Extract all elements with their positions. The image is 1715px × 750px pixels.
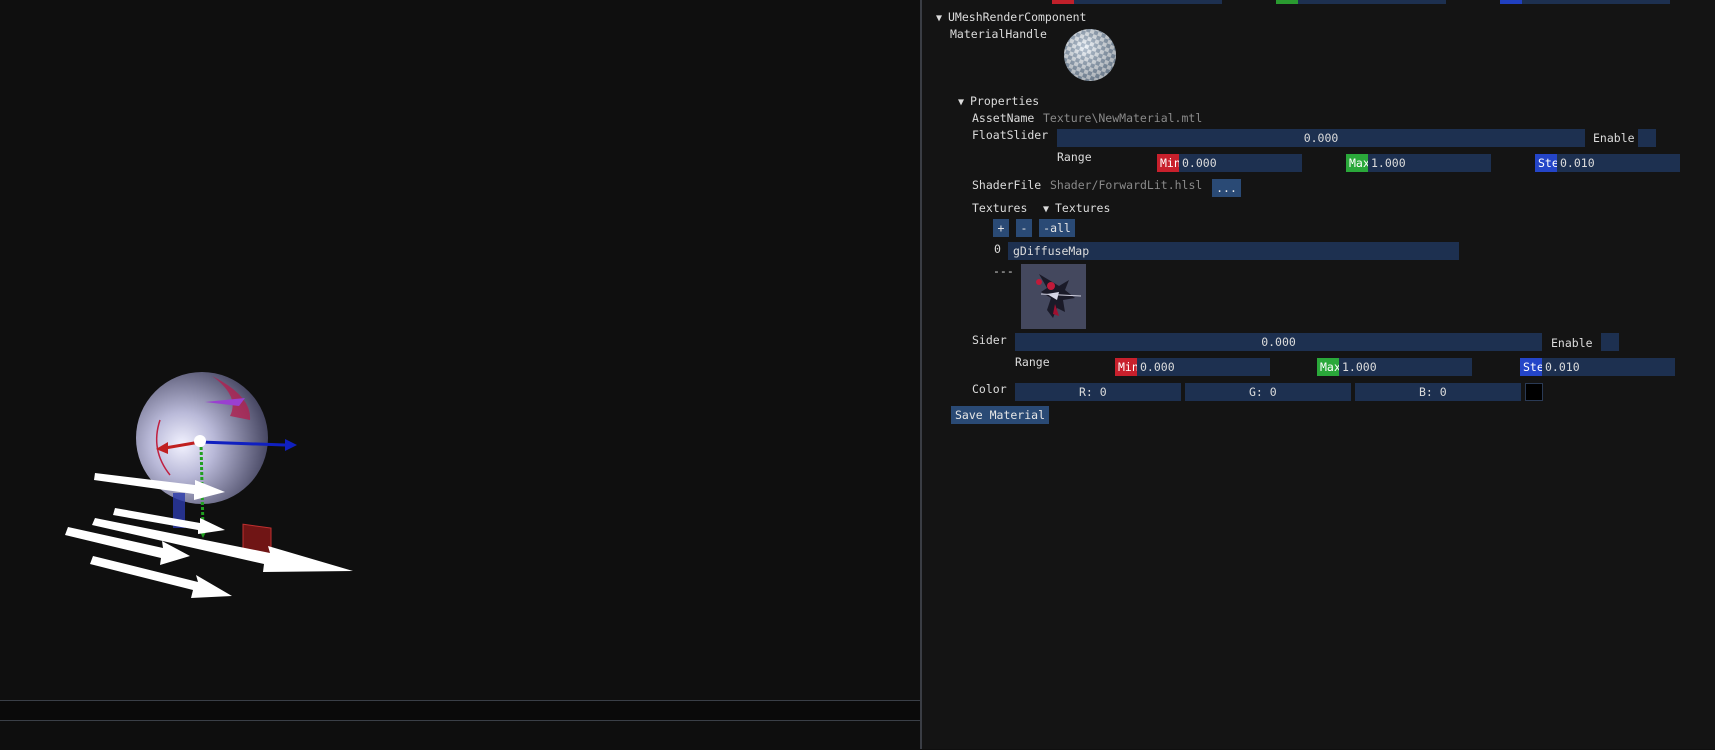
float-slider-enable-label: Enable — [1593, 131, 1635, 145]
sider-min-value: 0.000 — [1140, 360, 1175, 374]
top-field-1[interactable] — [1052, 0, 1222, 4]
texture-index: 0 — [994, 242, 1001, 256]
float-slider-min-value: 0.000 — [1182, 156, 1217, 170]
color-b-input[interactable]: B: 0 — [1355, 383, 1521, 401]
light-direction-arrows — [65, 473, 353, 598]
sider-max-input[interactable]: Max 1.000 — [1317, 358, 1472, 376]
color-swatch[interactable] — [1525, 383, 1543, 401]
sider-max-value: 1.000 — [1342, 360, 1377, 374]
viewport-status-bar — [0, 700, 920, 721]
sider-slider[interactable]: 0.000 — [1015, 333, 1542, 351]
texture-thumbnail[interactable] — [1021, 264, 1086, 329]
texture-separator: --- — [993, 264, 1014, 278]
color-g-value: G: 0 — [1249, 385, 1277, 399]
material-handle-label: MaterialHandle — [950, 27, 1047, 41]
color-b-value: B: 0 — [1419, 385, 1447, 399]
max-chip: Max — [1346, 154, 1368, 172]
sider-enable-checkbox[interactable] — [1601, 333, 1619, 351]
expanded-arrow-icon: ▼ — [936, 13, 943, 24]
remove-texture-button[interactable]: - — [1016, 219, 1032, 237]
step-chip: Step — [1535, 154, 1557, 172]
component-header[interactable]: ▼ UMeshRenderComponent — [936, 10, 1086, 24]
asset-name-label: AssetName — [972, 111, 1035, 125]
float-slider-max-value: 1.000 — [1371, 156, 1406, 170]
float-slider-step-value: 0.010 — [1560, 156, 1595, 170]
asset-name-value: Texture\NewMaterial.mtl — [1043, 111, 1203, 125]
float-slider[interactable]: 0.000 — [1057, 129, 1585, 147]
color-g-input[interactable]: G: 0 — [1185, 383, 1351, 401]
top-chip-green — [1276, 0, 1298, 4]
top-field-3[interactable] — [1500, 0, 1670, 4]
textures-tree-node[interactable]: ▼ Textures — [1043, 201, 1110, 215]
float-slider-value: 0.000 — [1303, 131, 1339, 145]
browse-shader-button[interactable]: ... — [1212, 179, 1241, 197]
expanded-arrow-icon: ▼ — [958, 97, 965, 108]
texture-name-value: gDiffuseMap — [1013, 244, 1090, 258]
sider-min-input[interactable]: Min 0.000 — [1115, 358, 1270, 376]
float-slider-range-label: Range — [1057, 150, 1092, 164]
component-title: UMeshRenderComponent — [948, 10, 1087, 24]
float-slider-step-input[interactable]: Step 0.010 — [1535, 154, 1680, 172]
material-preview-sphere[interactable] — [1062, 27, 1118, 83]
sider-value: 0.000 — [1261, 335, 1296, 349]
texture-name-input[interactable]: gDiffuseMap — [1008, 242, 1459, 260]
viewport-bottom-bar — [0, 720, 920, 750]
save-material-button[interactable]: Save Material — [951, 406, 1049, 424]
color-label: Color — [972, 382, 1007, 396]
step-chip: Step — [1520, 358, 1542, 376]
max-chip: Max — [1317, 358, 1339, 376]
sider-label: Sider — [972, 333, 1007, 347]
float-slider-enable-checkbox[interactable] — [1638, 129, 1656, 147]
scene-canvas[interactable] — [0, 0, 920, 700]
top-chip-blue — [1500, 0, 1522, 4]
shader-file-value: Shader/ForwardLit.hlsl — [1050, 178, 1203, 192]
properties-title: Properties — [970, 94, 1040, 108]
float-slider-min-input[interactable]: Min 0.000 — [1157, 154, 1302, 172]
color-r-input[interactable]: R: 0 — [1015, 383, 1181, 401]
min-chip: Min — [1157, 154, 1179, 172]
sider-enable-label: Enable — [1551, 336, 1593, 350]
scene-viewport[interactable] — [0, 0, 920, 700]
remove-all-textures-button[interactable]: -all — [1039, 219, 1075, 237]
inspector-panel: ▼ UMeshRenderComponent MaterialHandle ▼ Pr… — [922, 0, 1715, 749]
top-chip-red — [1052, 0, 1074, 4]
sider-range-label: Range — [1015, 355, 1050, 369]
float-slider-max-input[interactable]: Max 1.000 — [1346, 154, 1491, 172]
properties-tree-node[interactable]: ▼ Properties — [958, 94, 1039, 108]
sider-step-value: 0.010 — [1545, 360, 1580, 374]
top-field-2[interactable] — [1276, 0, 1446, 4]
add-texture-button[interactable]: + — [993, 219, 1009, 237]
float-slider-label: FloatSlider — [972, 128, 1049, 142]
color-r-value: R: 0 — [1079, 385, 1107, 399]
textures-tree-title: Textures — [1055, 201, 1111, 215]
textures-label: Textures — [972, 201, 1028, 215]
min-chip: Min — [1115, 358, 1137, 376]
sider-step-input[interactable]: Step 0.010 — [1520, 358, 1675, 376]
shader-file-label: ShaderFile — [972, 178, 1042, 192]
expanded-arrow-icon: ▼ — [1043, 204, 1050, 215]
